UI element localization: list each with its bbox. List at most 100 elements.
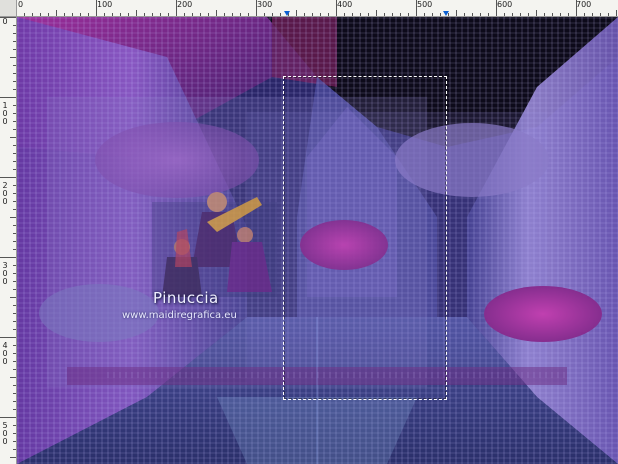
ruler-tick bbox=[13, 105, 16, 106]
ruler-tick bbox=[128, 13, 129, 16]
ruler-tick bbox=[440, 13, 441, 16]
ruler-tick bbox=[13, 313, 16, 314]
ruler-tick bbox=[112, 13, 113, 16]
watermark-url: www.maidiregrafica.eu bbox=[122, 310, 237, 321]
ruler-label-0: 0 bbox=[18, 0, 24, 9]
ruler-tick bbox=[13, 409, 16, 410]
ruler-tick bbox=[13, 353, 16, 354]
ruler-tick bbox=[13, 289, 16, 290]
ruler-tick bbox=[352, 13, 353, 16]
ruler-tick bbox=[320, 13, 321, 16]
ruler-tick bbox=[13, 425, 16, 426]
ruler-tick bbox=[10, 457, 16, 458]
ruler-tick bbox=[176, 0, 177, 16]
ruler-tick bbox=[13, 441, 16, 442]
ruler-tick bbox=[504, 13, 505, 16]
ruler-tick bbox=[232, 13, 233, 16]
ruler-tick bbox=[592, 13, 593, 16]
ruler-tick bbox=[584, 13, 585, 16]
ruler-tick bbox=[536, 10, 537, 16]
ruler-tick bbox=[56, 10, 57, 16]
ruler-label-v300: 300 bbox=[2, 261, 8, 286]
ruler-tick bbox=[600, 13, 601, 16]
ruler-tick bbox=[13, 385, 16, 386]
ruler-tick bbox=[552, 13, 553, 16]
ruler-tick bbox=[424, 13, 425, 16]
ruler-tick bbox=[360, 13, 361, 16]
ruler-tick bbox=[13, 65, 16, 66]
ruler-tick bbox=[13, 121, 16, 122]
image-canvas[interactable]: Pinuccia www.maidiregrafica.eu bbox=[17, 17, 618, 464]
ruler-tick bbox=[560, 13, 561, 16]
ruler-tick bbox=[13, 273, 16, 274]
ruler-tick bbox=[10, 57, 16, 58]
ruler-tick bbox=[13, 209, 16, 210]
ruler-tick bbox=[10, 217, 16, 218]
vertical-ruler[interactable]: 0 100 200 300 400 500 bbox=[0, 16, 17, 464]
ruler-tick bbox=[528, 13, 529, 16]
ruler-tick bbox=[432, 13, 433, 16]
ruler-tick bbox=[336, 0, 337, 16]
ruler-tick bbox=[416, 0, 417, 16]
ruler-tick bbox=[13, 449, 16, 450]
ruler-label-300: 300 bbox=[257, 0, 273, 9]
ruler-tick bbox=[280, 13, 281, 16]
ruler-tick bbox=[13, 345, 16, 346]
ruler-tick bbox=[496, 0, 497, 16]
ruler-tick bbox=[480, 13, 481, 16]
ruler-tick bbox=[13, 25, 16, 26]
ruler-tick bbox=[80, 13, 81, 16]
ruler-tick bbox=[13, 49, 16, 50]
ruler-tick bbox=[368, 13, 369, 16]
marquee-selection[interactable] bbox=[283, 76, 447, 400]
ruler-tick bbox=[328, 13, 329, 16]
ruler-tick bbox=[13, 225, 16, 226]
ruler-tick bbox=[568, 13, 569, 16]
ruler-tick bbox=[384, 13, 385, 16]
ruler-tick bbox=[192, 13, 193, 16]
ruler-tick bbox=[392, 13, 393, 16]
ruler-tick bbox=[10, 137, 16, 138]
ruler-tick bbox=[304, 13, 305, 16]
ruler-tick bbox=[344, 13, 345, 16]
ruler-tick bbox=[248, 13, 249, 16]
ruler-tick bbox=[13, 33, 16, 34]
ruler-tick bbox=[472, 13, 473, 16]
ruler-tick bbox=[152, 13, 153, 16]
ruler-tick bbox=[616, 10, 617, 16]
ruler-tick bbox=[544, 13, 545, 16]
ruler-tick bbox=[0, 177, 16, 178]
ruler-tick bbox=[13, 321, 16, 322]
ruler-tick bbox=[13, 329, 16, 330]
ruler-tick bbox=[296, 10, 297, 16]
selection-end-marker bbox=[443, 11, 449, 16]
ruler-tick bbox=[408, 13, 409, 16]
ruler-tick bbox=[264, 13, 265, 16]
ruler-tick bbox=[13, 161, 16, 162]
ruler-tick bbox=[72, 13, 73, 16]
watermark-name: Pinuccia bbox=[153, 289, 219, 307]
ruler-tick bbox=[216, 10, 217, 16]
ruler-label-v400: 400 bbox=[2, 341, 8, 366]
ruler-tick bbox=[240, 13, 241, 16]
ruler-label-600: 600 bbox=[497, 0, 513, 9]
ruler-tick bbox=[488, 13, 489, 16]
ruler-tick bbox=[13, 201, 16, 202]
ruler-tick bbox=[0, 257, 16, 258]
ruler-tick bbox=[13, 361, 16, 362]
ruler-tick bbox=[13, 185, 16, 186]
ruler-tick bbox=[13, 233, 16, 234]
ruler-label-v100: 100 bbox=[2, 101, 8, 126]
horizontal-ruler[interactable]: 0 100 200 300 400 500 600 700 bbox=[0, 0, 618, 17]
ruler-tick bbox=[104, 13, 105, 16]
ruler-tick bbox=[32, 13, 33, 16]
ruler-tick bbox=[13, 73, 16, 74]
ruler-tick bbox=[13, 169, 16, 170]
ruler-tick bbox=[0, 97, 16, 98]
ruler-tick bbox=[160, 13, 161, 16]
ruler-tick bbox=[13, 113, 16, 114]
ruler-tick bbox=[120, 13, 121, 16]
ruler-tick bbox=[400, 13, 401, 16]
ruler-tick bbox=[13, 193, 16, 194]
ruler-tick bbox=[13, 145, 16, 146]
